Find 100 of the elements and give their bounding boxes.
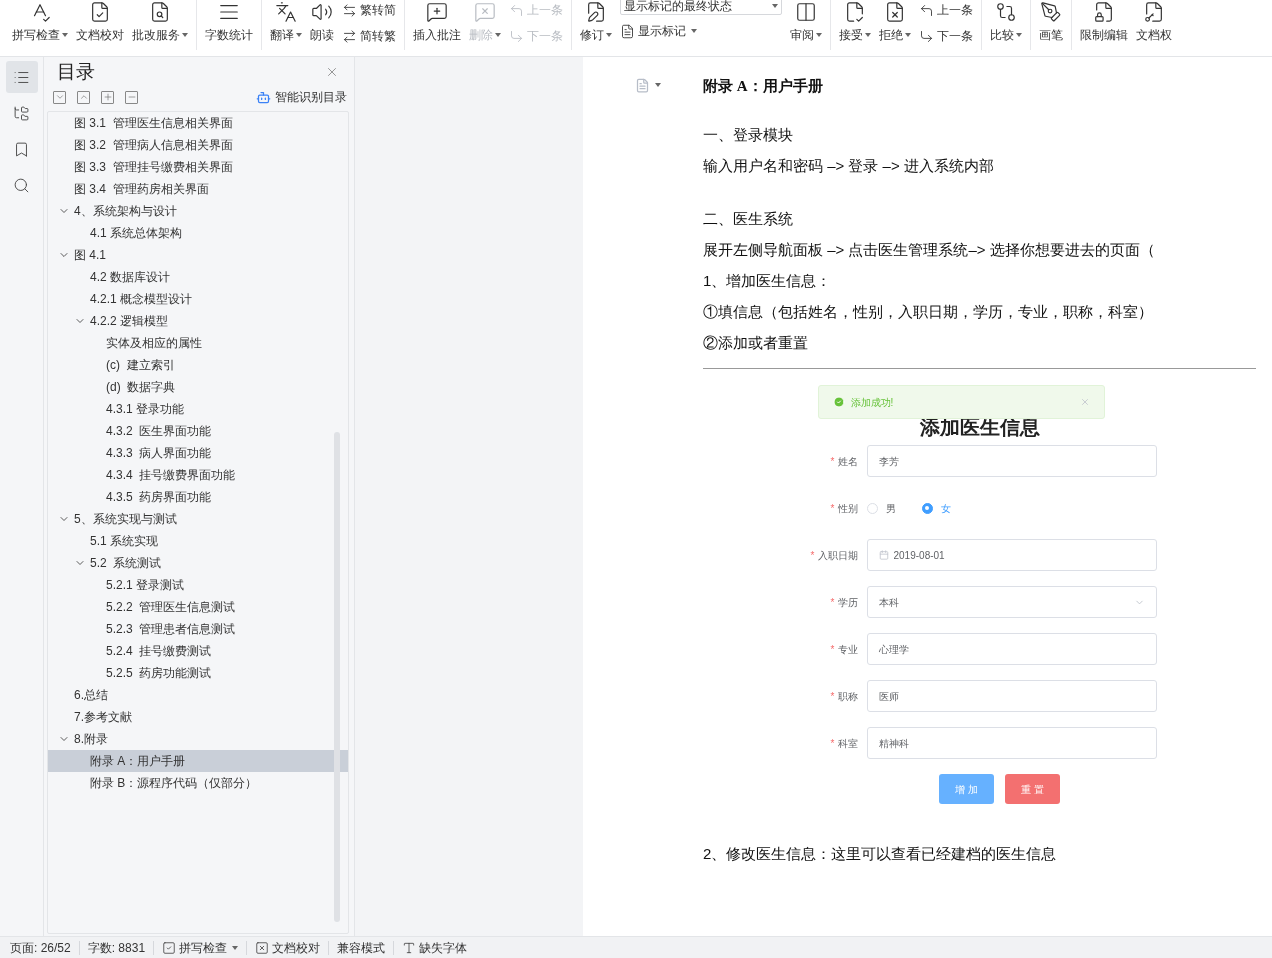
date-field[interactable]: 2019-08-01 — [866, 539, 1157, 571]
toolbar-button[interactable]: 文档权 — [1132, 0, 1176, 56]
outline-item[interactable]: 4、系统架构与设计 — [48, 200, 348, 222]
radio-button[interactable] — [921, 502, 933, 514]
toolbar-button[interactable]: 批改服务 — [128, 0, 192, 56]
outline-item[interactable]: 4.2.1 概念模型设计 — [48, 288, 348, 310]
outline-item[interactable]: 5.2.2 管理医生信息测试 — [48, 596, 348, 618]
toolbar-button[interactable]: 接受 — [835, 0, 875, 56]
outline-item[interactable]: 图 3.3 管理挂号缴费相关界面 — [48, 156, 348, 178]
toolbar-button[interactable]: 下一条 — [919, 26, 973, 46]
outline-item[interactable]: 图 4.1 — [48, 244, 348, 266]
outline-item[interactable]: 5.2.4 挂号缴费测试 — [48, 640, 348, 662]
outline-item[interactable]: 附录 B：源程序代码（仅部分） — [48, 772, 348, 794]
outline-item[interactable]: 实体及相应的属性 — [48, 332, 348, 354]
outline-item[interactable]: 5.1 系统实现 — [48, 530, 348, 552]
check-icon — [832, 396, 845, 408]
toolbar-button[interactable]: 画笔 — [1035, 0, 1067, 56]
swap-icon — [342, 28, 357, 44]
arrow-up-left-icon — [509, 2, 524, 18]
markup-select[interactable]: 显示标记的最终状态 — [620, 0, 782, 15]
outline-item[interactable]: 5.2.1 登录测试 — [48, 574, 348, 596]
toolbar-button[interactable]: 限制编辑 — [1076, 0, 1132, 56]
search-icon — [13, 176, 30, 194]
page-menu[interactable] — [635, 77, 661, 93]
success-toast: 添加成功! — [817, 385, 1105, 419]
outline-item[interactable]: 7.参考文献 — [48, 706, 348, 728]
outline-item[interactable]: (d) 数据字典 — [48, 376, 348, 398]
outline-item[interactable]: 4.2.2 逻辑模型 — [48, 310, 348, 332]
toolbar-button[interactable]: 修订 — [576, 0, 616, 56]
toolbar-button[interactable]: 审阅 — [786, 0, 826, 56]
chevron-up-icon[interactable] — [77, 90, 90, 104]
outline-item[interactable]: 6.总结 — [48, 684, 348, 706]
status-button[interactable]: 拼写检查 — [162, 938, 239, 957]
status-text: 字数: 8831 — [87, 939, 146, 957]
outline-item[interactable]: 图 3.4 管理药房相关界面 — [48, 178, 348, 200]
outline-item[interactable]: 图 3.2 管理病人信息相关界面 — [48, 134, 348, 156]
toolbar-button[interactable]: 文档校对 — [72, 0, 128, 56]
outline-item[interactable]: 5.2.5 药房功能测试 — [48, 662, 348, 684]
toolbar-button[interactable]: 插入批注 — [409, 0, 465, 56]
outline-item[interactable]: 4.2 数据库设计 — [48, 266, 348, 288]
comment-plus-icon — [426, 1, 448, 23]
outline-icon — [13, 104, 30, 122]
robot-icon — [256, 89, 271, 105]
toolbar-button[interactable]: 简转繁 — [342, 26, 396, 46]
toolbar-button[interactable]: 比较 — [986, 0, 1026, 56]
chevron-down-icon[interactable] — [53, 90, 66, 104]
outline-item[interactable]: 4.3.5 药房界面功能 — [48, 486, 348, 508]
document-check-icon — [89, 1, 111, 23]
checkbox-icon — [162, 940, 177, 955]
outline-item[interactable]: 附录 A：用户手册 — [48, 750, 348, 772]
toolbar-button[interactable]: 拼写检查 — [8, 0, 72, 56]
input-field[interactable]: 心理学 — [866, 633, 1157, 665]
document-paragraph: 输入用户名和密码 –> 登录 –> 进入系统内部 — [703, 156, 995, 176]
select-field[interactable]: 本科 — [866, 586, 1157, 618]
status-button[interactable]: 文档校对 — [255, 938, 321, 957]
close-icon[interactable] — [1079, 397, 1090, 407]
columns-icon — [795, 1, 817, 23]
scrollbar[interactable] — [334, 432, 340, 922]
plus-icon[interactable] — [101, 90, 114, 104]
toolbar-button[interactable]: 朗读 — [306, 0, 338, 56]
required-mark: * — [830, 501, 835, 516]
status-button[interactable]: 缺失字体 — [402, 938, 468, 957]
translate-icon — [275, 1, 297, 23]
outline-item[interactable]: 8.附录 — [48, 728, 348, 750]
sidebar-tab[interactable] — [5, 61, 38, 93]
toolbar-button[interactable]: 上一条 — [919, 0, 973, 20]
document-icon — [635, 77, 650, 93]
smart-toc-link[interactable]: 智能识别目录 — [256, 88, 347, 106]
document-check-icon — [844, 1, 866, 23]
document-paragraph: 展开左侧导航面板 –> 点击医生管理系统–> 选择你想要进去的页面（ — [703, 240, 1156, 260]
outline-item[interactable]: 4.3.4 挂号缴费界面功能 — [48, 464, 348, 486]
input-field[interactable]: 医师 — [866, 680, 1157, 712]
panel-title: 目录 — [57, 59, 95, 84]
document-paragraph: 1、增加医生信息： — [703, 271, 833, 291]
outline-item[interactable]: 5.2.3 管理患者信息测试 — [48, 618, 348, 640]
toolbar-button[interactable]: 翻译 — [266, 0, 306, 56]
toolbar-button[interactable]: 繁转简 — [342, 0, 396, 20]
outline-item[interactable]: (c) 建立索引 — [48, 354, 348, 376]
document-x-icon — [884, 1, 906, 23]
pen-icon — [1040, 1, 1062, 23]
outline-item[interactable]: 图 3.1 管理医生信息相关界面 — [48, 112, 348, 134]
input-field[interactable]: 精神科 — [866, 727, 1157, 759]
outline-item[interactable]: 5、系统实现与测试 — [48, 508, 348, 530]
outline-item[interactable]: 4.3.2 医生界面功能 — [48, 420, 348, 442]
input-field[interactable]: 李芳 — [866, 445, 1157, 477]
required-mark: * — [830, 595, 835, 610]
outline-item[interactable]: 4.3.3 病人界面功能 — [48, 442, 348, 464]
outline-item[interactable]: 4.3.1 登录功能 — [48, 398, 348, 420]
close-icon[interactable] — [325, 65, 339, 79]
toolbar-button[interactable]: 字数统计 — [201, 0, 257, 56]
toolbar-button[interactable]: 拒绝 — [875, 0, 915, 56]
font-icon — [402, 940, 417, 955]
outline-item[interactable]: 5.2 系统测试 — [48, 552, 348, 574]
outline-item[interactable]: 4.1 系统总体架构 — [48, 222, 348, 244]
arrow-up-left-icon — [919, 2, 934, 18]
status-text: 兼容模式 — [337, 939, 386, 957]
field-label: 性别 — [837, 501, 858, 516]
toolbar-button[interactable]: 显示标记 — [620, 21, 782, 41]
minus-icon[interactable] — [125, 90, 138, 104]
field-label: 职称 — [837, 689, 858, 704]
